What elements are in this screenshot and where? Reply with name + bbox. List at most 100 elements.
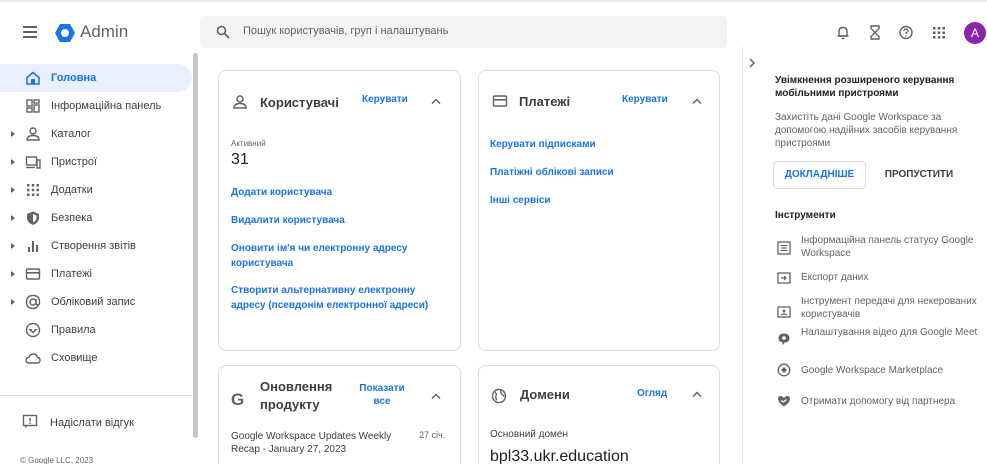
sidebar-item-apps[interactable]: Додатки: [0, 176, 192, 204]
apps-icon: [25, 182, 41, 198]
sidebar-item-label: Інформаційна панель: [51, 100, 162, 112]
sidebar-item-label: Додатки: [51, 184, 93, 196]
chevron-up-icon[interactable]: [692, 98, 702, 104]
sidebar-item-storage[interactable]: Сховище: [0, 344, 192, 372]
caret-right-icon[interactable]: [11, 187, 15, 193]
promo-title: Увімкнення розширеного керування мобільн…: [775, 75, 955, 99]
chevron-up-icon[interactable]: [692, 391, 702, 397]
sidebar-item-home[interactable]: Головна: [0, 64, 192, 92]
sidebar-item-reports[interactable]: Створення звітів: [0, 232, 192, 260]
caret-right-icon[interactable]: [11, 299, 15, 305]
sidebar-item-label: Створення звітів: [51, 240, 136, 252]
sidebar-item-billing[interactable]: Платежі: [0, 260, 192, 288]
sidebar-item-dashboard[interactable]: Інформаційна панель: [0, 92, 192, 120]
google-g-icon: G: [231, 390, 245, 409]
billing-card-icon: [492, 93, 508, 109]
shield-icon: [25, 210, 41, 226]
sidebar: Головна Інформаційна панель Каталог Прис…: [0, 62, 200, 464]
manage-subscriptions-link[interactable]: Керувати підписками: [490, 137, 705, 152]
users-card: Користувачі Керувати Активний 31 Додати …: [218, 70, 461, 351]
tool-partner-help[interactable]: Отримати допомогу від партнера: [801, 395, 981, 408]
tool-marketplace[interactable]: Google Workspace Marketplace: [801, 364, 981, 377]
primary-domain-label: Основний домен: [490, 429, 569, 440]
users-manage-button[interactable]: Керувати: [362, 94, 408, 105]
search-icon: [216, 25, 230, 39]
sidebar-item-label: Сховище: [51, 352, 98, 364]
help-icon[interactable]: [899, 25, 913, 40]
skip-button[interactable]: ПРОПУСТИТИ: [874, 161, 964, 189]
feedback-icon[interactable]: [22, 414, 38, 429]
sidebar-item-label: Обліковий запис: [51, 296, 136, 308]
meet-icon: [777, 332, 791, 346]
billing-icon: [25, 266, 41, 282]
hourglass-icon[interactable]: [868, 25, 882, 40]
learn-more-button[interactable]: ДОКЛАДНІШЕ: [773, 161, 866, 189]
caret-right-icon[interactable]: [11, 271, 15, 277]
billing-card: Платежі Керувати Керувати підписками Пла…: [478, 70, 720, 351]
brand-name[interactable]: Admin: [80, 22, 128, 42]
collapse-panel-icon[interactable]: [748, 58, 756, 68]
sidebar-scrollbar[interactable]: [193, 53, 198, 438]
chevron-up-icon[interactable]: [431, 393, 441, 399]
caret-right-icon[interactable]: [11, 159, 15, 165]
sidebar-item-label: Правила: [51, 324, 96, 336]
create-alias-link[interactable]: Створити альтернативну електронну адресу…: [231, 283, 446, 313]
search-input[interactable]: Пошук користувачів, груп і налаштувань: [243, 25, 448, 37]
tool-status-dashboard[interactable]: Інформаційна панель статусу Google Works…: [801, 234, 981, 260]
tool-transfer[interactable]: Інструмент передачі для некерованих кори…: [801, 295, 981, 321]
avatar[interactable]: A: [964, 22, 986, 44]
chevron-up-icon[interactable]: [431, 98, 441, 104]
search-bar[interactable]: Пошук користувачів, груп і налаштувань: [200, 16, 727, 48]
globe-icon: [491, 388, 507, 404]
product-updates-card: G Оновлення продукту Показати все Google…: [218, 365, 461, 464]
sidebar-item-security[interactable]: Безпека: [0, 204, 192, 232]
export-icon: [777, 271, 791, 285]
card-title: Платежі: [519, 94, 571, 109]
sidebar-item-label: Платежі: [51, 268, 92, 280]
domains-card: Домени Огляд Основний домен bpl33.ukr.ed…: [478, 365, 720, 464]
tool-data-export[interactable]: Експорт даних: [801, 271, 981, 284]
admin-console: Admin Пошук користувачів, груп і налашту…: [0, 0, 987, 464]
tools-heading: Інструменти: [775, 210, 836, 221]
copyright: © Google LLC, 2023: [20, 456, 94, 464]
card-title: Оновлення продукту: [260, 379, 333, 412]
apps-grid-icon[interactable]: [932, 25, 946, 40]
other-services-link[interactable]: Інші сервіси: [490, 193, 705, 208]
update-item[interactable]: Google Workspace Updates Weekly Recap - …: [231, 430, 406, 456]
update-date: 27 січ.: [419, 430, 446, 440]
sidebar-item-label: Головна: [51, 72, 97, 84]
card-title: Користувачі: [260, 95, 339, 110]
partner-icon: [777, 394, 791, 408]
right-panel: Увімкнення розширеного керування мобільн…: [742, 47, 987, 464]
sidebar-divider: [0, 395, 194, 396]
menu-icon[interactable]: [22, 24, 40, 40]
primary-domain: bpl33.ukr.education: [490, 448, 629, 464]
promo-text: Захистіть дані Google Workspace за допом…: [775, 112, 958, 149]
tool-meet-video[interactable]: Налаштування відео для Google Meet: [801, 326, 981, 339]
sidebar-item-rules[interactable]: Правила: [0, 316, 192, 344]
directory-icon: [25, 126, 41, 142]
delete-user-link[interactable]: Видалити користувача: [231, 213, 446, 228]
active-label: Активний: [231, 139, 266, 148]
show-all-button[interactable]: Показати все: [357, 382, 407, 408]
rename-user-link[interactable]: Оновити ім'я чи електронну адресу корист…: [231, 241, 446, 271]
admin-logo-icon[interactable]: [55, 23, 75, 43]
home-icon: [25, 70, 41, 86]
caret-right-icon[interactable]: [11, 131, 15, 137]
sidebar-item-devices[interactable]: Пристрої: [0, 148, 192, 176]
active-count: 31: [231, 151, 249, 168]
caret-right-icon[interactable]: [11, 243, 15, 249]
person-icon: [232, 94, 248, 110]
sidebar-item-label: Пристрої: [51, 156, 97, 168]
sidebar-item-account[interactable]: Обліковий запис: [0, 288, 192, 316]
billing-accounts-link[interactable]: Платіжні облікові записи: [490, 165, 705, 180]
marketplace-icon: [777, 363, 791, 377]
send-feedback-link[interactable]: Надіслати відгук: [50, 417, 134, 429]
caret-right-icon[interactable]: [11, 215, 15, 221]
domains-overview-button[interactable]: Огляд: [637, 388, 667, 399]
reports-icon: [25, 238, 41, 254]
billing-manage-button[interactable]: Керувати: [622, 94, 668, 105]
sidebar-item-directory[interactable]: Каталог: [0, 120, 192, 148]
bell-icon[interactable]: [836, 25, 850, 40]
add-user-link[interactable]: Додати користувача: [231, 185, 446, 200]
